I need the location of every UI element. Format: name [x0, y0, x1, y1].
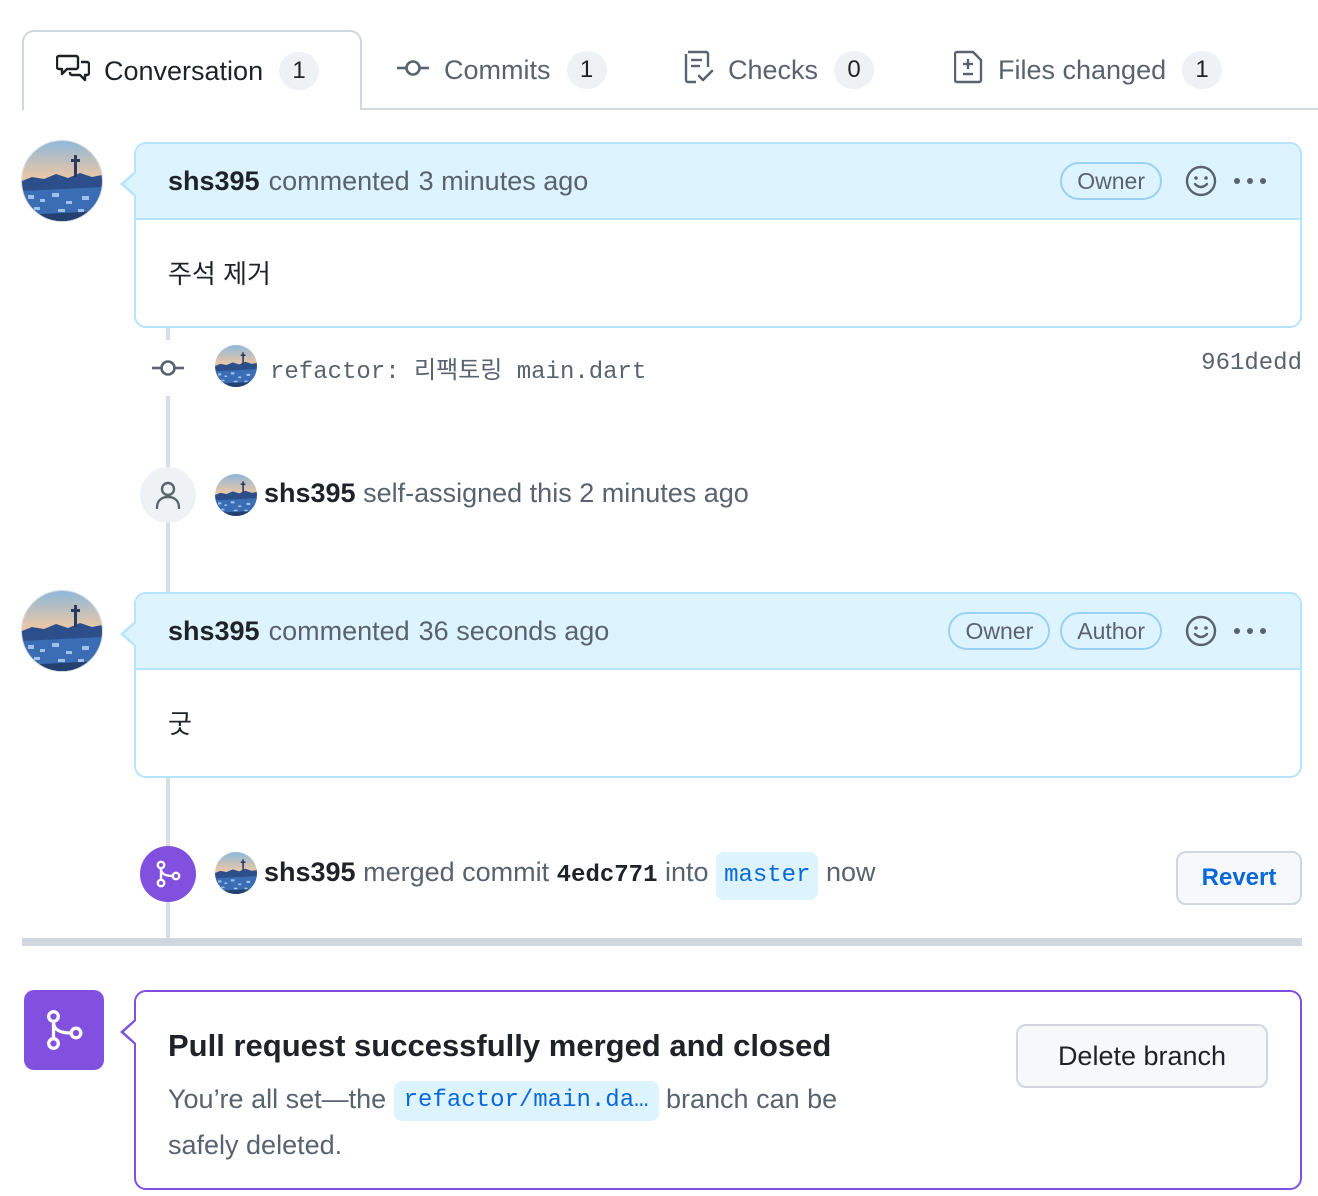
comment-time[interactable]: 3 minutes ago	[419, 166, 589, 197]
comment-time[interactable]: 36 seconds ago	[419, 616, 610, 647]
target-branch-pill[interactable]: master	[716, 852, 819, 900]
head-branch-pill[interactable]: refactor/main.da…	[393, 1080, 659, 1121]
comment-action: commented	[268, 165, 410, 196]
commit-sha-link[interactable]: 961dedd	[1201, 350, 1302, 377]
tab-counter: 0	[834, 51, 875, 89]
author-badge: Author	[1060, 612, 1162, 650]
merge-event-text: shs395 merged commit 4edc771 into master…	[264, 852, 876, 900]
owner-badge: Owner	[948, 612, 1051, 650]
delete-branch-button[interactable]: Delete branch	[1016, 1024, 1268, 1088]
git-merge-icon	[140, 846, 196, 902]
timeline-end-divider	[22, 938, 1302, 946]
git-commit-icon	[140, 340, 196, 396]
merged-description: You’re all set—the refactor/main.da… bra…	[168, 1076, 888, 1168]
tab-files-changed[interactable]: Files changed 1	[953, 30, 1223, 110]
kebab-horizontal-icon[interactable]	[1232, 164, 1268, 198]
tab-counter: 1	[1182, 51, 1223, 89]
event-author[interactable]: shs395	[264, 478, 356, 508]
tab-counter: 1	[566, 51, 607, 89]
person-icon	[140, 467, 196, 523]
checklist-icon	[684, 50, 714, 91]
tab-counter: 1	[279, 52, 320, 90]
avatar[interactable]	[21, 590, 103, 672]
tab-checks[interactable]: Checks 0	[684, 30, 875, 110]
comment-author[interactable]: shs395	[168, 166, 260, 197]
tab-label: Commits	[444, 54, 551, 85]
event-description: self-assigned this 2 minutes ago	[363, 478, 749, 508]
avatar[interactable]	[215, 852, 257, 894]
git-merge-icon	[24, 990, 104, 1070]
comment-author[interactable]: shs395	[168, 616, 260, 647]
tab-label: Files changed	[998, 54, 1167, 85]
merged-desc-before: You’re all set—the	[168, 1084, 387, 1114]
comment-header: shs395 commented 3 minutes ago Owner	[136, 144, 1300, 220]
merged-status-box: Pull request successfully merged and clo…	[120, 990, 1302, 1190]
comment-body: 굿	[168, 709, 192, 739]
assign-event-text: shs395 self-assigned this 2 minutes ago	[264, 478, 749, 509]
avatar[interactable]	[215, 345, 257, 387]
file-diff-icon	[953, 50, 984, 91]
smiley-icon[interactable]	[1184, 614, 1218, 648]
tab-label: Conversation	[104, 55, 264, 86]
comment: shs395 commented 36 seconds ago Owner Au…	[120, 592, 1302, 778]
avatar[interactable]	[21, 140, 103, 222]
kebab-horizontal-icon[interactable]	[1232, 614, 1268, 648]
conversation-icon	[55, 53, 91, 90]
pr-tabs: Conversation 1 Commits 1 Checks 0 Files …	[22, 30, 1318, 110]
merge-commit-sha[interactable]: 4edc771	[557, 862, 658, 889]
merge-time[interactable]: now	[826, 857, 876, 887]
comment-header: shs395 commented 36 seconds ago Owner Au…	[136, 594, 1300, 670]
merged-title: Pull request successfully merged and clo…	[168, 1028, 832, 1063]
avatar[interactable]	[215, 474, 257, 516]
smiley-icon[interactable]	[1184, 164, 1218, 198]
tab-conversation[interactable]: Conversation 1	[22, 30, 362, 110]
event-author[interactable]: shs395	[264, 857, 356, 887]
tab-commits[interactable]: Commits 1	[396, 30, 607, 110]
merge-text: merged commit	[363, 857, 550, 887]
owner-badge: Owner	[1060, 162, 1162, 200]
comment-body: 주석 제거	[168, 259, 271, 289]
comment-action: commented	[268, 615, 410, 646]
git-commit-icon	[396, 55, 430, 86]
comment: shs395 commented 3 minutes ago Owner 주석 …	[120, 142, 1302, 328]
revert-button[interactable]: Revert	[1176, 851, 1302, 905]
merge-into-text: into	[665, 857, 709, 887]
commit-message-link[interactable]: refactor: 리팩토링 main.dart	[270, 350, 646, 386]
tab-label: Checks	[728, 54, 819, 85]
